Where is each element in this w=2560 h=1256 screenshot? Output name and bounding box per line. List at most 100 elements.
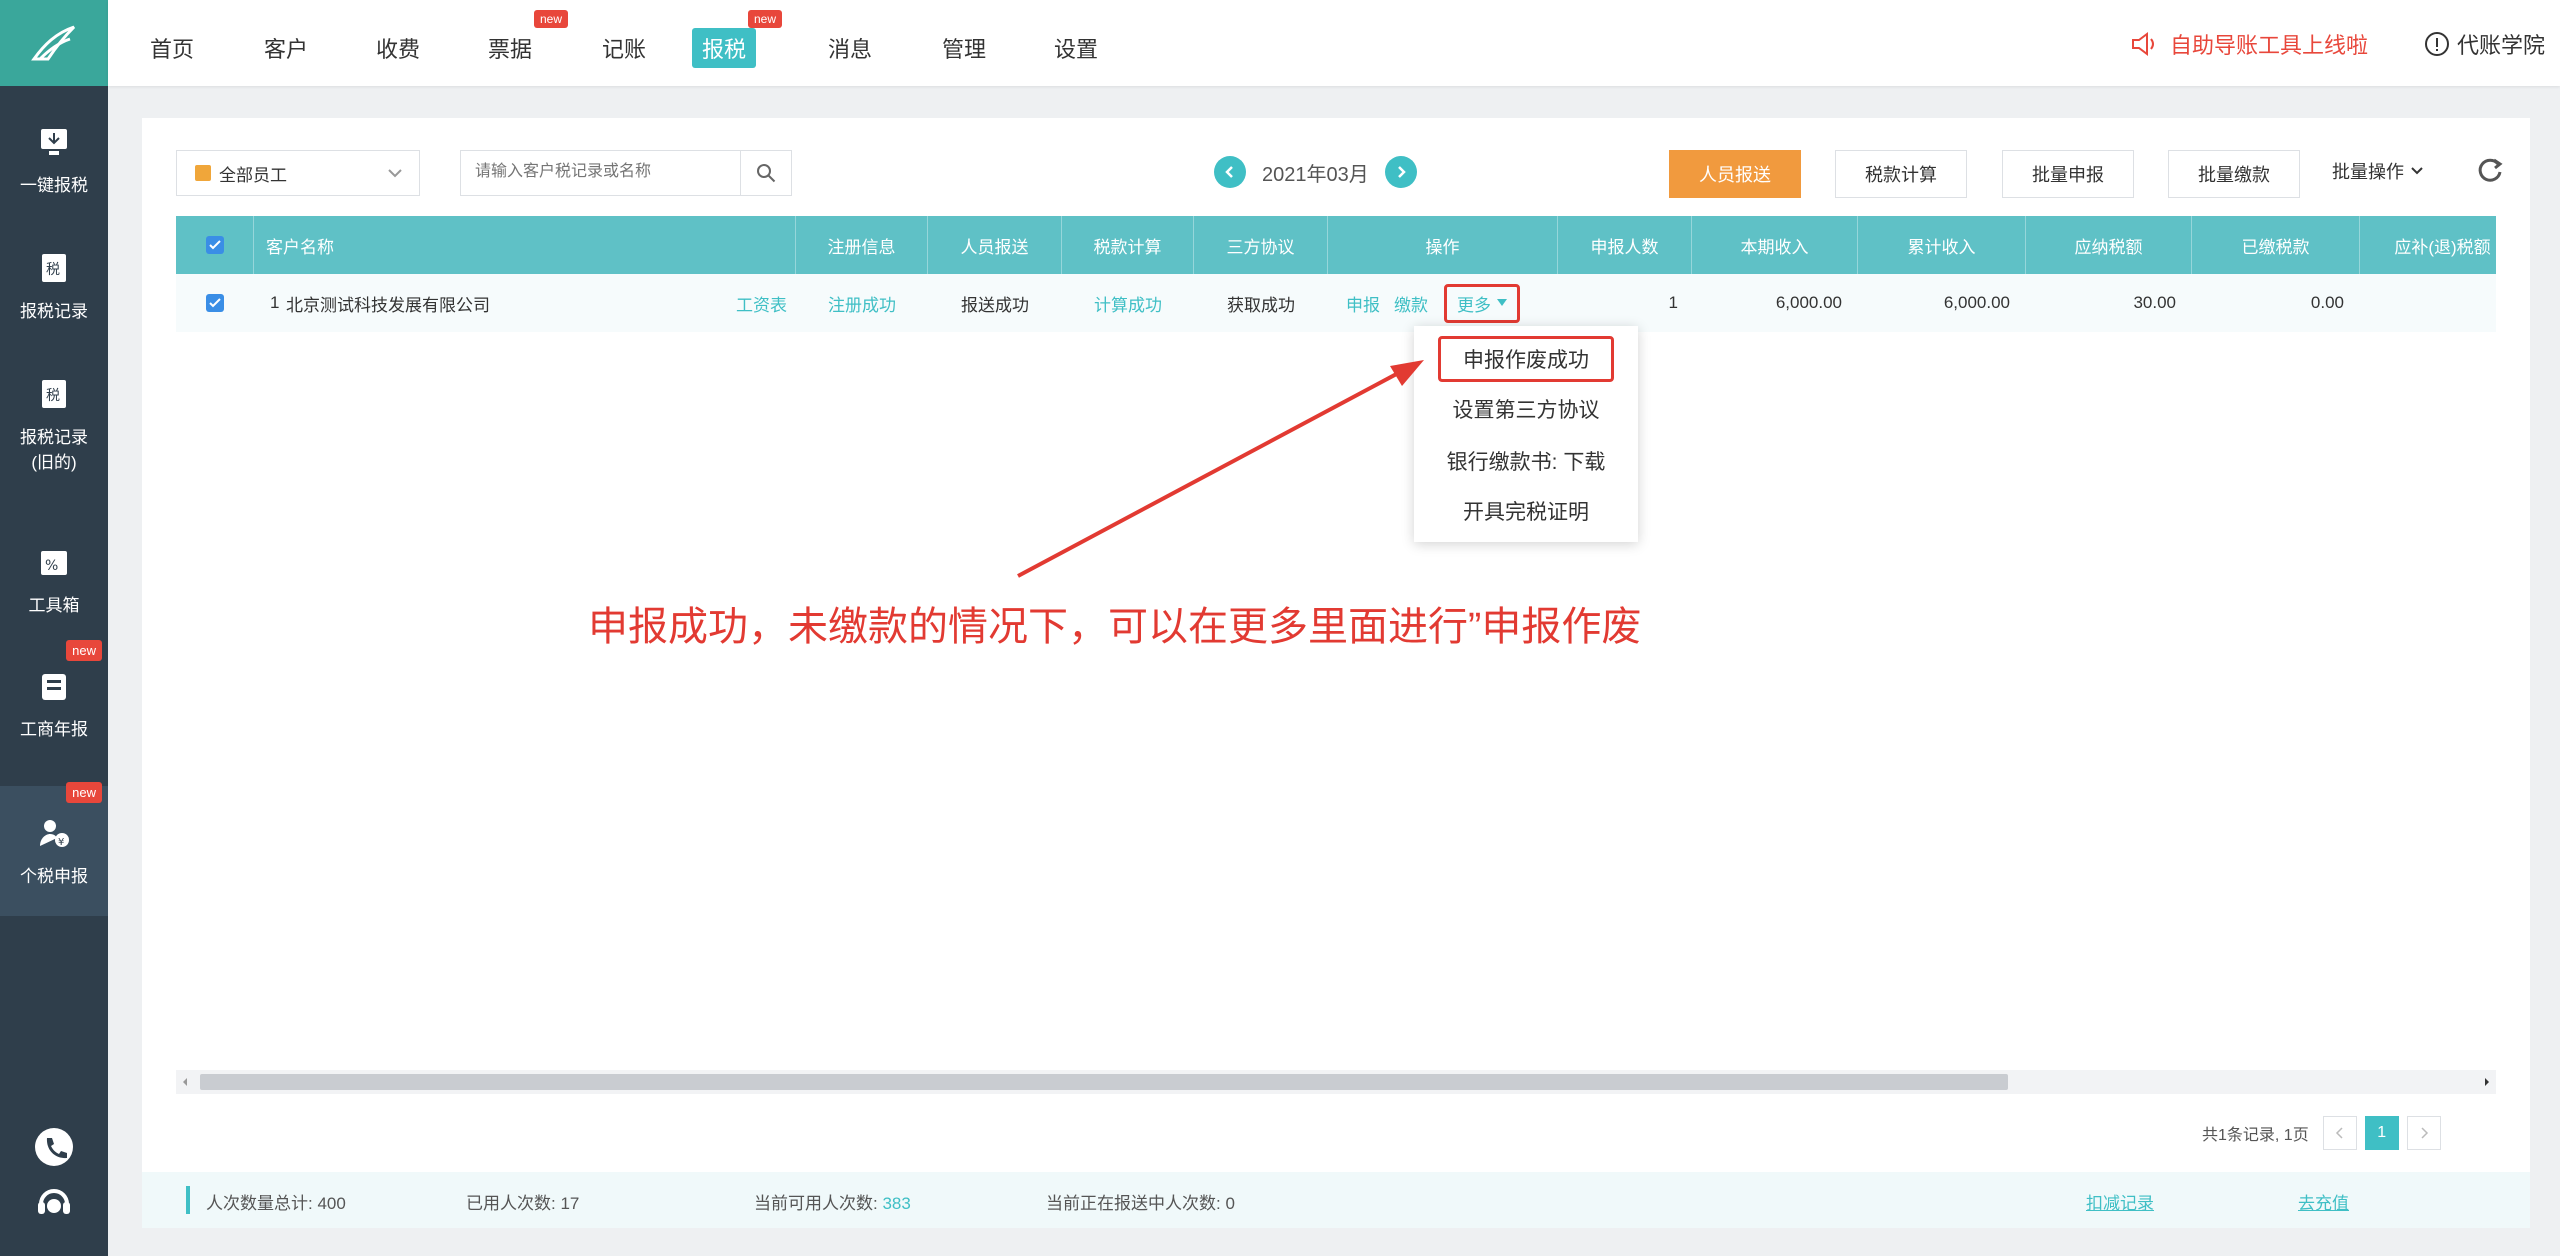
batch-op-label: 批量操作 bbox=[2332, 162, 2404, 182]
app-logo[interactable] bbox=[0, 0, 108, 86]
col-current-income[interactable]: 本期收入 bbox=[1692, 216, 1858, 274]
sidebar-item-sublabel: (旧的) bbox=[31, 453, 77, 472]
col-total-income[interactable]: 累计收入 bbox=[1858, 216, 2026, 274]
tax-document-icon: 税 bbox=[42, 380, 66, 408]
menu-item-tax-certificate[interactable]: 开具完税证明 bbox=[1414, 488, 1638, 534]
batch-pay-button[interactable]: 批量缴款 bbox=[2168, 150, 2300, 198]
sidebar-item-one-click-tax[interactable]: 一键报税 bbox=[0, 100, 108, 220]
sidebar-item-label: 工商年报 bbox=[20, 719, 88, 739]
row-checkbox[interactable] bbox=[206, 294, 224, 312]
more-dropdown-button[interactable]: 更多 bbox=[1444, 283, 1520, 323]
nav-settings[interactable]: 设置 bbox=[1044, 28, 1108, 68]
col-declared-count[interactable]: 申报人数 bbox=[1558, 216, 1692, 274]
nav-billing[interactable]: 收费 bbox=[366, 28, 430, 68]
sidebar-item-tax-records-old[interactable]: 税 报税记录 (旧的) bbox=[0, 360, 108, 490]
batch-operations-dropdown[interactable]: 批量操作 bbox=[2332, 158, 2424, 184]
employee-select[interactable]: 全部员工 bbox=[176, 150, 420, 196]
row-customer-name[interactable]: 北京测试科技发展有限公司 bbox=[286, 274, 686, 332]
nav-tax[interactable]: 报税 new bbox=[692, 10, 783, 68]
info-circle-icon bbox=[2425, 32, 2449, 56]
scroll-left-icon[interactable] bbox=[180, 1070, 190, 1094]
table-row[interactable]: 1 北京测试科技发展有限公司 工资表 注册成功 报送成功 计算成功 获取成功 申… bbox=[176, 274, 2496, 332]
row-tax-paid: 0.00 bbox=[2310, 293, 2344, 312]
period-label: 2021年03月 bbox=[1262, 163, 1369, 186]
nav-bookkeeping[interactable]: 记账 bbox=[592, 28, 656, 68]
col-customer-name[interactable]: 客户名称 bbox=[254, 216, 796, 274]
sidebar-item-personal-tax[interactable]: new ¥ 个税申报 bbox=[0, 782, 108, 916]
footer-accent-bar bbox=[186, 1186, 190, 1214]
person-tax-icon: ¥ bbox=[40, 819, 69, 848]
sidebar-item-label: 一键报税 bbox=[20, 175, 88, 195]
prev-month-button[interactable] bbox=[1214, 156, 1246, 188]
menu-item-void-declaration[interactable]: 申报作废成功 bbox=[1438, 336, 1614, 382]
nav-customers[interactable]: 客户 bbox=[254, 28, 318, 68]
row-select-cell bbox=[176, 274, 254, 332]
monitor-icon bbox=[41, 128, 67, 155]
academy-text: 代账学院 bbox=[2457, 33, 2546, 58]
chevron-down-icon bbox=[2411, 167, 2423, 175]
tax-document-icon: 税 bbox=[42, 253, 66, 282]
phone-icon[interactable] bbox=[33, 1126, 75, 1168]
col-tax-calc[interactable]: 税款计算 bbox=[1062, 216, 1194, 274]
sidebar-item-toolbox[interactable]: % 工具箱 bbox=[0, 520, 108, 640]
tax-calc-button[interactable]: 税款计算 bbox=[1835, 150, 1967, 198]
col-register[interactable]: 注册信息 bbox=[796, 216, 928, 274]
scrollbar-thumb[interactable] bbox=[200, 1074, 2008, 1090]
next-page-button[interactable] bbox=[2406, 1116, 2441, 1150]
table-header: 客户名称 注册信息 人员报送 税款计算 三方协议 操作 申报人数 本期收入 累计… bbox=[176, 216, 2496, 274]
customer-service-icon[interactable] bbox=[33, 1180, 75, 1222]
pay-link[interactable]: 缴款 bbox=[1394, 274, 1434, 332]
announcement-link[interactable]: 自助导账工具上线啦 bbox=[2130, 28, 2368, 60]
sidebar-item-tax-records[interactable]: 税 报税记录 bbox=[0, 226, 108, 346]
col-tax-due[interactable]: 应纳税额 bbox=[2026, 216, 2192, 274]
page-button-current[interactable]: 1 bbox=[2364, 1116, 2399, 1150]
personnel-report-button[interactable]: 人员报送 bbox=[1669, 150, 1801, 198]
sidebar-item-annual-report[interactable]: new 工商年报 bbox=[0, 640, 108, 764]
col-tax-refund[interactable]: 应补(退)税额 bbox=[2360, 216, 2496, 274]
usage-footer: 人次数量总计: 400 已用人次数: 17 当前可用人次数: 383 当前正在报… bbox=[142, 1172, 2530, 1228]
new-badge: new bbox=[66, 640, 102, 661]
menu-item-set-agreement[interactable]: 设置第三方协议 bbox=[1414, 386, 1638, 432]
col-agreement[interactable]: 三方协议 bbox=[1194, 216, 1328, 274]
nav-management[interactable]: 管理 bbox=[932, 28, 996, 68]
col-operations[interactable]: 操作 bbox=[1328, 216, 1558, 274]
select-all-cell bbox=[176, 216, 254, 274]
sidebar-item-label: 个税申报 bbox=[20, 866, 88, 886]
refresh-icon[interactable] bbox=[2476, 156, 2504, 184]
row-payroll-link[interactable]: 工资表 bbox=[736, 274, 796, 332]
deduction-records-link[interactable]: 扣减记录 bbox=[2086, 1189, 2154, 1214]
nav-home[interactable]: 首页 bbox=[140, 28, 204, 68]
row-declared-count: 1 bbox=[1668, 293, 1678, 312]
select-all-checkbox[interactable] bbox=[205, 236, 224, 254]
declare-link[interactable]: 申报 bbox=[1346, 274, 1386, 332]
more-dropdown-menu: 申报作废成功 设置第三方协议 银行缴款书: 下载 开具完税证明 bbox=[1414, 326, 1638, 542]
next-month-button[interactable] bbox=[1384, 156, 1417, 188]
employee-select-value: 全部员工 bbox=[219, 165, 287, 185]
pagination: 共1条记录, 1页 1 bbox=[2202, 1116, 2441, 1150]
search-button[interactable] bbox=[740, 151, 791, 195]
prev-page-button[interactable] bbox=[2322, 1116, 2357, 1150]
row-tax-refund: 3 bbox=[2360, 274, 2496, 332]
row-register-status[interactable]: 注册成功 bbox=[796, 274, 928, 332]
academy-link[interactable]: 代账学院 bbox=[2423, 28, 2545, 60]
row-report-status: 报送成功 bbox=[961, 295, 1029, 315]
search-input[interactable] bbox=[461, 151, 759, 193]
available-quota: 当前可用人次数: 383 bbox=[754, 1189, 911, 1214]
search-box bbox=[460, 150, 792, 196]
nav-invoices[interactable]: 票据 new bbox=[478, 10, 569, 68]
recharge-link[interactable]: 去充值 bbox=[2298, 1189, 2349, 1214]
horizontal-scrollbar[interactable] bbox=[176, 1070, 2496, 1094]
col-tax-paid[interactable]: 已缴税款 bbox=[2192, 216, 2360, 274]
more-cell: 更多 bbox=[1444, 274, 1554, 332]
period-switcher: 2021年03月 bbox=[1214, 156, 1417, 188]
used-quota: 已用人次数: 17 bbox=[466, 1194, 580, 1213]
scroll-right-icon[interactable] bbox=[2482, 1070, 2492, 1094]
speaker-icon bbox=[2132, 32, 2154, 56]
menu-item-download-bank-slip[interactable]: 银行缴款书: 下载 bbox=[1414, 438, 1638, 484]
chevron-right-icon bbox=[2421, 1127, 2428, 1139]
batch-declare-button[interactable]: 批量申报 bbox=[2002, 150, 2134, 198]
row-calc-status[interactable]: 计算成功 bbox=[1062, 274, 1194, 332]
nav-messages[interactable]: 消息 bbox=[818, 28, 882, 68]
col-personnel-report[interactable]: 人员报送 bbox=[928, 216, 1062, 274]
sidebar-item-label: 报税记录 bbox=[20, 428, 88, 447]
